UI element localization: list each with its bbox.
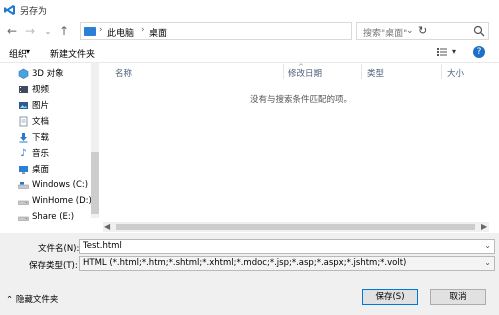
filename-input[interactable]: Test.html ⌄ — [79, 239, 495, 254]
video-icon — [18, 84, 29, 95]
nav-item-label: 文档 — [32, 117, 50, 127]
hscroll-thumb[interactable] — [116, 224, 475, 230]
column-divider[interactable] — [361, 64, 362, 79]
nav-item-label: 桌面 — [32, 165, 50, 175]
nav-item-label: 视频 — [32, 85, 50, 95]
title-bar: 另存为 — [0, 0, 499, 20]
drive-icon — [18, 212, 29, 223]
breadcrumb-separator: › — [141, 25, 145, 35]
filename-label: 文件名(N): — [38, 244, 80, 254]
address-bar[interactable]: › 此电脑 › 桌面 ⌄ ↻ — [80, 22, 427, 40]
nav-item-windows-c[interactable]: Windows (C:) — [18, 178, 93, 192]
nav-item-desktop[interactable]: 桌面 — [18, 162, 93, 176]
filetype-select[interactable]: HTML (*.html;*.htm;*.shtml;*.xhtml;*.mdo… — [79, 256, 495, 271]
nav-item-music[interactable]: ♪ 音乐 — [18, 146, 93, 160]
column-modified-date[interactable]: 修改日期 — [288, 67, 322, 79]
filename-value: Test.html — [83, 241, 122, 251]
save-button[interactable]: 保存(S) — [362, 289, 418, 305]
view-caret-icon[interactable]: ▾ — [452, 47, 456, 56]
back-icon[interactable]: ← — [4, 23, 20, 39]
chevron-up-icon: ⌃ — [6, 295, 14, 305]
breadcrumb-desktop[interactable]: 桌面 — [149, 26, 167, 39]
navigation-pane: 3D 对象 视频 图片 文档 下载 ♪ 音乐 桌面 Windows (C:) W… — [0, 63, 100, 233]
3d-objects-icon — [18, 68, 29, 79]
hide-folders-toggle[interactable]: ⌃ 隐藏文件夹 — [6, 293, 58, 305]
vscode-app-icon — [4, 5, 15, 15]
this-pc-icon — [84, 27, 96, 36]
command-bar: 组织 ▾ 新建文件夹 ▾ ? — [0, 43, 499, 63]
download-icon — [18, 132, 29, 143]
nav-item-downloads[interactable]: 下载 — [18, 130, 93, 144]
music-icon: ♪ — [20, 147, 27, 159]
nav-item-label: 3D 对象 — [32, 69, 64, 79]
forward-icon[interactable]: → — [22, 23, 38, 39]
nav-item-documents[interactable]: 文档 — [18, 114, 93, 128]
chevron-down-icon[interactable]: ⌄ — [484, 241, 491, 250]
nav-item-winhome-d[interactable]: WinHome (D:) — [18, 194, 93, 208]
scroll-right-icon[interactable]: ▶ — [481, 222, 487, 231]
column-divider[interactable] — [283, 64, 284, 79]
file-list-header: ^ 名称 修改日期 类型 大小 — [103, 63, 499, 79]
nav-item-pictures[interactable]: 图片 — [18, 98, 93, 112]
search-icon[interactable] — [473, 25, 485, 37]
search-box[interactable]: 搜索"桌面" — [356, 22, 489, 40]
nav-item-videos[interactable]: 视频 — [18, 82, 93, 96]
recent-locations-icon[interactable]: ⌄ — [40, 23, 56, 39]
column-size[interactable]: 大小 — [447, 67, 464, 79]
new-folder-button[interactable]: 新建文件夹 — [50, 47, 95, 60]
filetype-label: 保存类型(T): — [29, 261, 78, 271]
window-title: 另存为 — [20, 7, 48, 17]
up-icon[interactable]: ↑ — [56, 23, 72, 39]
navigation-scroll-thumb[interactable] — [91, 152, 99, 214]
empty-results-message: 没有与搜索条件匹配的项。 — [250, 95, 353, 105]
nav-item-share-e[interactable]: Share (E:) — [18, 210, 93, 224]
help-icon[interactable]: ? — [473, 46, 485, 58]
nav-item-label: Share (E:) — [32, 212, 75, 222]
scroll-left-icon[interactable]: ◀ — [104, 222, 110, 231]
nav-item-label: Windows (C:) — [32, 180, 89, 190]
column-type[interactable]: 类型 — [367, 67, 384, 79]
organize-caret-icon[interactable]: ▾ — [26, 47, 30, 56]
search-placeholder: 搜索"桌面" — [363, 29, 408, 39]
hide-folders-label: 隐藏文件夹 — [15, 295, 59, 305]
column-divider[interactable] — [441, 64, 442, 79]
nav-item-label: 图片 — [32, 101, 50, 111]
breadcrumb-this-pc[interactable]: 此电脑 — [107, 26, 134, 39]
view-options-icon[interactable] — [437, 47, 447, 57]
nav-item-3d-objects[interactable]: 3D 对象 — [18, 66, 93, 80]
drive-icon — [18, 196, 29, 207]
chevron-down-icon[interactable]: ⌄ — [484, 258, 491, 267]
filetype-value: HTML (*.html;*.htm;*.shtml;*.xhtml;*.mdo… — [83, 258, 407, 268]
cancel-button[interactable]: 取消 — [430, 289, 486, 305]
nav-item-label: 下载 — [32, 133, 50, 143]
breadcrumb-separator: › — [99, 25, 103, 35]
drive-icon — [18, 180, 29, 191]
desktop-icon — [18, 164, 29, 175]
pictures-icon — [18, 100, 29, 111]
nav-item-label: 音乐 — [32, 149, 50, 159]
documents-icon — [18, 116, 29, 127]
column-name[interactable]: 名称 — [115, 67, 132, 79]
organize-button[interactable]: 组织 — [9, 47, 27, 60]
nav-item-label: WinHome (D:) — [32, 196, 92, 206]
